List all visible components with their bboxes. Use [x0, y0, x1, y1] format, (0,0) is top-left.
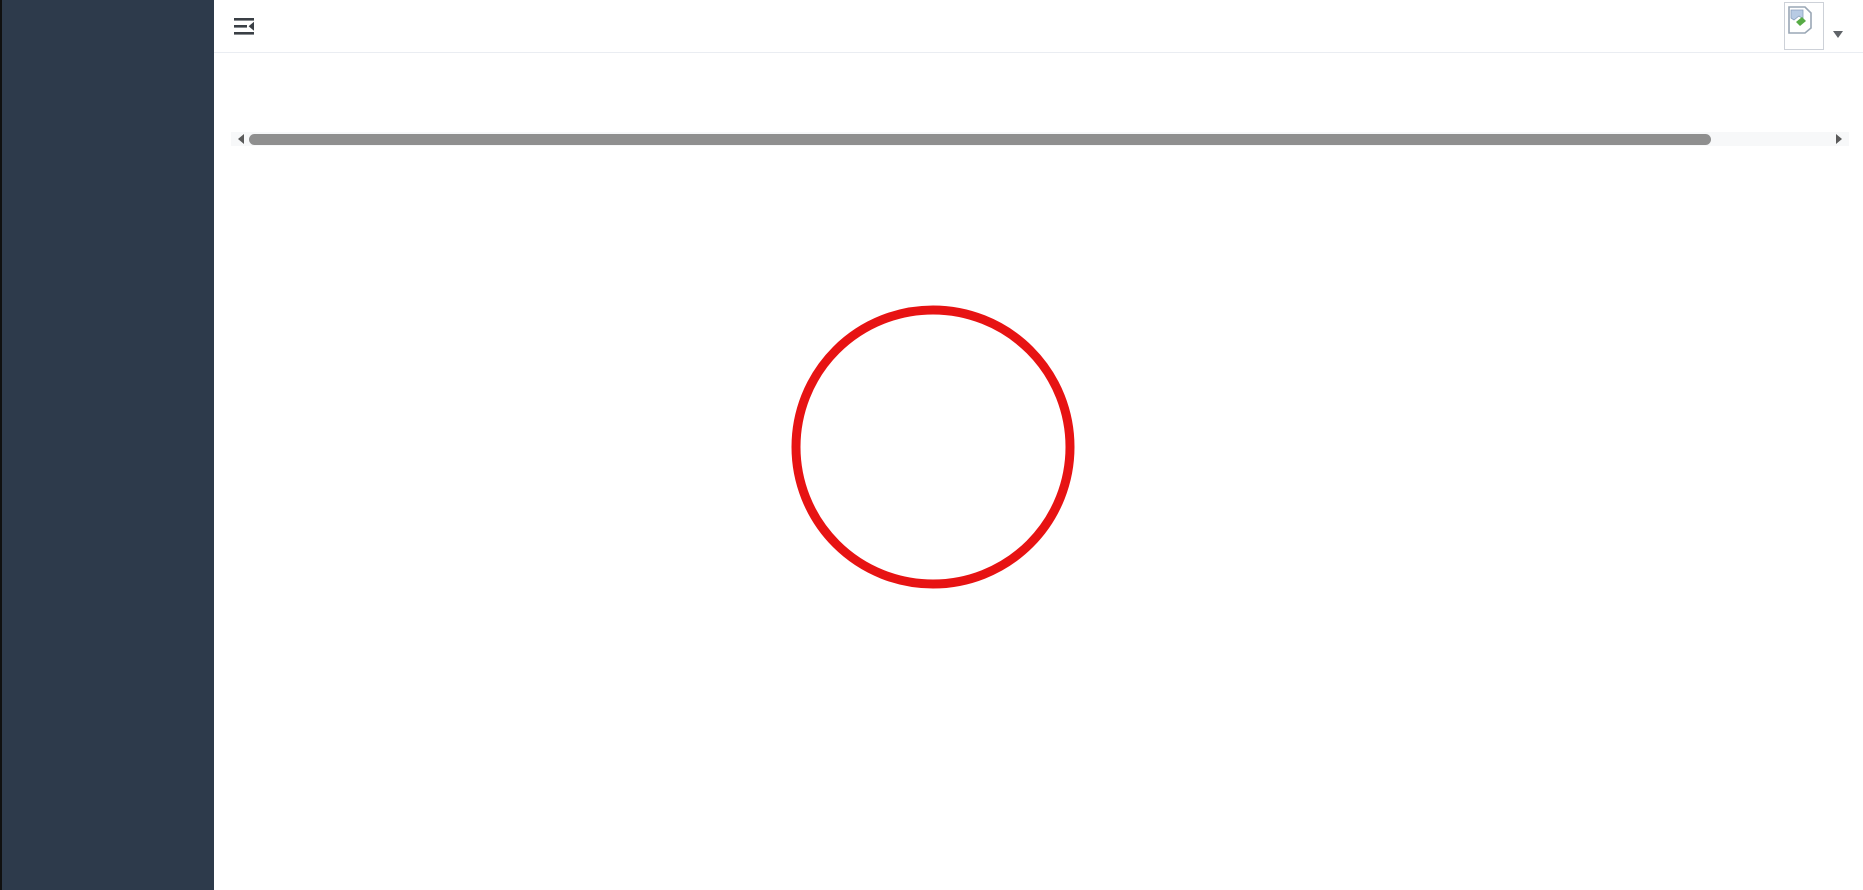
app-window — [0, 0, 1863, 890]
broken-image-icon — [1788, 6, 1813, 34]
topbar — [214, 0, 1863, 53]
collapse-sidebar-icon[interactable] — [234, 17, 256, 36]
horizontal-scrollbar[interactable] — [231, 132, 1849, 146]
scroll-left-arrow-icon[interactable] — [233, 134, 244, 144]
filter-panel — [214, 53, 1863, 95]
scroll-right-arrow-icon[interactable] — [1836, 134, 1847, 144]
avatar[interactable] — [1784, 2, 1824, 50]
main-content — [214, 0, 1863, 890]
chevron-down-icon — [1833, 31, 1843, 43]
user-menu[interactable] — [1784, 2, 1843, 50]
sidebar — [2, 0, 214, 890]
scrollbar-thumb[interactable] — [249, 134, 1711, 145]
